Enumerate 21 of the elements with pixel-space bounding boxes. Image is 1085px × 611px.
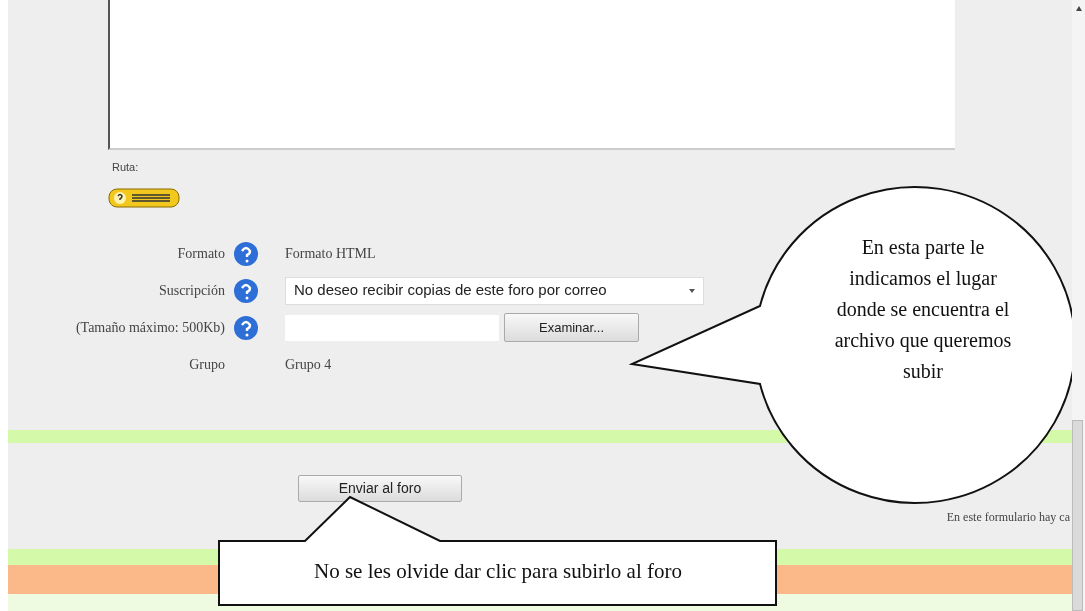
field-label: (Tamaño máximo: 500Kb) xyxy=(75,319,225,337)
field-value: Grupo 4 xyxy=(285,356,332,374)
form-note: En este formulario hay ca xyxy=(946,510,1070,524)
field-label: Grupo xyxy=(189,356,225,374)
help-badge-icon[interactable] xyxy=(108,188,180,209)
submit-button[interactable]: Enviar al foro xyxy=(298,475,462,502)
callout-text: En esta parte le indicamos el lugar donde se encuentra el archivo que queremos subir xyxy=(833,235,1013,384)
caret-icon xyxy=(689,288,695,293)
scroll-thumb[interactable] xyxy=(1072,420,1083,611)
help-icon[interactable] xyxy=(233,240,259,267)
help-icon[interactable] xyxy=(233,314,259,341)
browse-button[interactable]: Examinar... xyxy=(504,313,639,342)
path-label: Ruta: xyxy=(112,160,139,174)
subscription-select[interactable]: No deseo recibir copias de este foro por correo xyxy=(285,276,704,305)
field-label: Formato xyxy=(177,245,225,263)
help-icon[interactable] xyxy=(233,277,259,304)
scroll-up-icon[interactable] xyxy=(1076,6,1082,11)
callout-text: No se les olvide dar clic para subirlo al foro xyxy=(313,558,683,585)
field-value: Formato HTML xyxy=(285,245,376,263)
field-label: Suscripción xyxy=(158,282,225,300)
scrollbar[interactable] xyxy=(1072,0,1085,611)
